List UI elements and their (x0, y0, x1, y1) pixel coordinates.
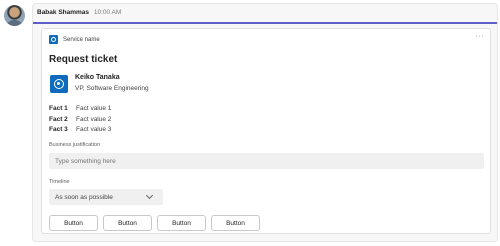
message-accent-divider (33, 22, 497, 24)
chevron-down-icon (145, 191, 154, 200)
sender-avatar[interactable] (4, 5, 25, 26)
timeline-label: Timeline (49, 179, 70, 185)
justification-input[interactable] (49, 153, 484, 169)
action-buttons: Button Button Button Button (49, 215, 260, 231)
message-header: Babak Shammas 10:00 AM (33, 4, 497, 21)
fact-key: Fact 2 (49, 115, 68, 123)
fact-value: Fact value 3 (76, 126, 112, 133)
fact-row: Fact 2 Fact value 2 (49, 115, 111, 126)
action-button-4[interactable]: Button (211, 215, 260, 231)
fact-row: Fact 3 Fact value 3 (49, 125, 111, 136)
action-button-3[interactable]: Button (157, 215, 206, 231)
fact-value: Fact value 1 (76, 105, 112, 112)
person-icon (50, 75, 68, 93)
timeline-selected-value: As soon as possible (55, 193, 113, 201)
service-name: Service name (63, 36, 100, 43)
fact-row: Fact 1 Fact value 1 (49, 104, 111, 115)
chat-message: Babak Shammas 10:00 AM Service name ··· … (32, 3, 498, 242)
service-header: Service name (49, 35, 100, 44)
person-name: Keiko Tanaka (75, 74, 120, 81)
sender-name[interactable]: Babak Shammas (37, 9, 89, 16)
action-button-2[interactable]: Button (103, 215, 152, 231)
action-button-1[interactable]: Button (49, 215, 98, 231)
fact-set: Fact 1 Fact value 1 Fact 2 Fact value 2 … (49, 104, 111, 136)
timeline-dropdown[interactable]: As soon as possible (49, 189, 163, 205)
fact-value: Fact value 2 (76, 115, 112, 123)
card-title: Request ticket (49, 54, 118, 65)
more-options-icon[interactable]: ··· (476, 33, 485, 40)
person-title: VP, Software Engineering (75, 85, 149, 92)
justification-label: Business justification (49, 142, 101, 148)
fact-key: Fact 3 (49, 126, 68, 133)
service-app-icon (49, 35, 58, 44)
adaptive-card: Service name ··· Request ticket Keiko Ta… (41, 28, 491, 234)
message-timestamp: 10:00 AM (93, 9, 122, 16)
fact-key: Fact 1 (49, 105, 68, 112)
